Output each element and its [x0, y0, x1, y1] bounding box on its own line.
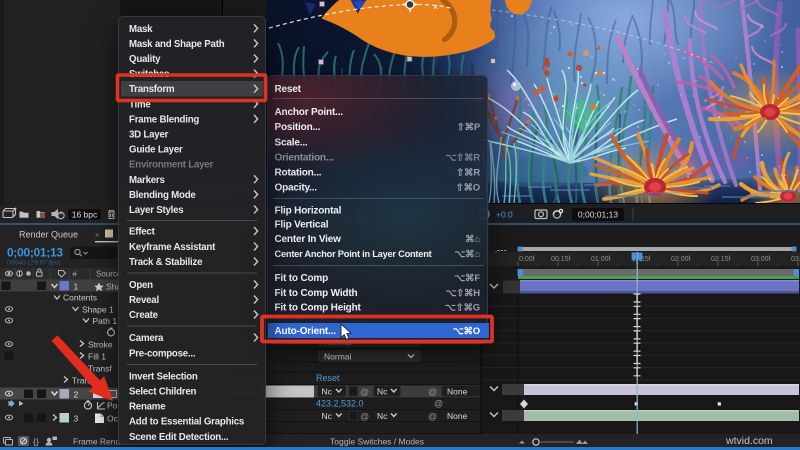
svg-text:2: 2	[74, 390, 79, 400]
svg-text:@: @	[360, 412, 369, 422]
svg-text:Camera: Camera	[129, 333, 164, 344]
svg-text:Nc: Nc	[377, 387, 388, 397]
svg-text:⌥⌘F: ⌥⌘F	[454, 273, 480, 284]
svg-text:Flip Vertical: Flip Vertical	[275, 220, 329, 231]
svg-text:×: ×	[95, 233, 99, 240]
svg-text:⌥⌘O: ⌥⌘O	[453, 326, 480, 337]
svg-text:⌥⇧⌘G: ⌥⇧⌘G	[445, 303, 480, 314]
svg-text:⌥⌘⌂: ⌥⌘⌂	[454, 249, 480, 260]
svg-text:01:00f: 01:00f	[591, 256, 611, 263]
svg-text:Position...: Position...	[275, 122, 321, 133]
svg-text:Scene Edit Detection...: Scene Edit Detection...	[129, 432, 229, 443]
svg-text:Normal: Normal	[324, 352, 352, 362]
svg-text:Reset: Reset	[316, 373, 340, 383]
svg-text:Shape 1: Shape 1	[82, 305, 114, 315]
svg-text:Toggle Switches / Modes: Toggle Switches / Modes	[330, 437, 424, 447]
svg-text:Keyframe Assistant: Keyframe Assistant	[129, 242, 216, 253]
svg-text:Reset: Reset	[275, 84, 302, 95]
svg-text:Create: Create	[129, 310, 159, 321]
svg-text:Pre-compose...: Pre-compose...	[129, 349, 196, 360]
svg-text:Stroke: Stroke	[88, 340, 113, 350]
svg-text:Fill 1: Fill 1	[88, 352, 106, 362]
svg-text:Fit to Comp: Fit to Comp	[275, 273, 329, 284]
svg-text:Transform: Transform	[129, 84, 175, 95]
svg-text:Opacity...: Opacity...	[275, 183, 318, 194]
svg-text:Track & Stabilize: Track & Stabilize	[129, 257, 203, 268]
svg-text:3: 3	[74, 414, 79, 424]
svg-text:wtvid.com: wtvid.com	[725, 435, 773, 447]
svg-text:Markers: Markers	[129, 175, 165, 186]
svg-text:Path 1: Path 1	[93, 316, 118, 326]
svg-text:@: @	[360, 387, 369, 397]
svg-text:+0.0: +0.0	[496, 210, 513, 220]
svg-text:Frame Blending: Frame Blending	[129, 114, 199, 125]
svg-text:Mask: Mask	[129, 24, 153, 35]
svg-text:None: None	[447, 387, 468, 397]
svg-text:⌥⇧⌘R: ⌥⇧⌘R	[445, 153, 480, 164]
svg-text:Mask and Shape Path: Mask and Shape Path	[129, 39, 225, 50]
svg-text:Blending Mode: Blending Mode	[129, 190, 196, 201]
svg-text:⇧⌘O: ⇧⌘O	[456, 183, 480, 194]
svg-text:Fit to Comp Width: Fit to Comp Width	[275, 288, 358, 299]
svg-text:⇧⌘P: ⇧⌘P	[457, 122, 481, 133]
svg-text:Nc: Nc	[322, 411, 333, 421]
svg-text:02:00f: 02:00f	[671, 256, 691, 263]
svg-text:02:15f: 02:15f	[711, 256, 731, 263]
svg-text:Contents: Contents	[63, 293, 97, 303]
svg-text:423.2,532.0: 423.2,532.0	[316, 399, 364, 409]
svg-text:Reveal: Reveal	[129, 295, 159, 306]
svg-text:Layer Styles: Layer Styles	[129, 205, 183, 216]
svg-text:1: 1	[74, 282, 79, 292]
svg-text:Center Anchor Point in Layer C: Center Anchor Point in Layer Content	[275, 249, 432, 259]
svg-text:0;00;01;13: 0;00;01;13	[578, 210, 618, 220]
svg-text:Effect: Effect	[129, 227, 156, 238]
svg-text:Orientation...: Orientation...	[275, 153, 335, 164]
svg-text:Rename: Rename	[129, 402, 166, 413]
svg-text:Nc: Nc	[322, 387, 333, 397]
svg-text:Auto-Orient...: Auto-Orient...	[275, 326, 337, 337]
svg-text:Scale...: Scale...	[275, 138, 308, 149]
svg-text:Guide Layer: Guide Layer	[129, 145, 183, 156]
svg-text:00043 (29.97 fps): 00043 (29.97 fps)	[7, 260, 60, 267]
svg-text:Open: Open	[129, 280, 153, 291]
svg-text:16 bpc: 16 bpc	[72, 210, 98, 220]
svg-text:Flip Horizontal: Flip Horizontal	[275, 206, 342, 217]
svg-text:Switches: Switches	[129, 69, 169, 80]
svg-text:Add to Essential Graphics: Add to Essential Graphics	[129, 417, 244, 428]
svg-text:03:00f: 03:00f	[751, 256, 771, 263]
svg-text:⇧⌘R: ⇧⌘R	[456, 168, 480, 179]
svg-text:None: None	[447, 411, 468, 421]
svg-text:Rotation...: Rotation...	[275, 168, 322, 179]
svg-text:Oc: Oc	[107, 414, 119, 424]
svg-text:Select Children: Select Children	[129, 387, 197, 398]
svg-text:{}: {}	[33, 437, 39, 447]
svg-text:Invert Selection: Invert Selection	[129, 372, 198, 383]
svg-text:03:1: 03:1	[791, 256, 800, 263]
svg-text:0:00f: 0:00f	[519, 256, 535, 263]
svg-text:⌘⌂: ⌘⌂	[465, 234, 480, 245]
svg-text:Time: Time	[129, 99, 151, 110]
svg-text:3D Layer: 3D Layer	[129, 130, 169, 141]
svg-text:15f: 15f	[641, 256, 651, 263]
svg-text:Center In View: Center In View	[275, 234, 342, 245]
svg-text:Anchor Point...: Anchor Point...	[275, 107, 344, 118]
svg-text:Trans: Trans	[72, 376, 93, 386]
svg-text:Nc: Nc	[377, 411, 388, 421]
svg-text:Environment Layer: Environment Layer	[129, 160, 213, 171]
svg-text:⌥⇧⌘H: ⌥⇧⌘H	[445, 288, 480, 299]
svg-text:Quality: Quality	[129, 54, 161, 65]
svg-text:@: @	[428, 412, 437, 422]
svg-text:@: @	[434, 399, 443, 409]
svg-text:00:15f: 00:15f	[551, 256, 571, 263]
svg-text:@: @	[428, 387, 437, 397]
svg-text:0;00;01;13: 0;00;01;13	[7, 246, 63, 260]
svg-text:Fit to Comp Height: Fit to Comp Height	[275, 303, 362, 314]
svg-text:Po: Po	[107, 401, 118, 411]
svg-text:Transf: Transf	[88, 364, 112, 374]
svg-text:Render Queue: Render Queue	[19, 230, 78, 240]
